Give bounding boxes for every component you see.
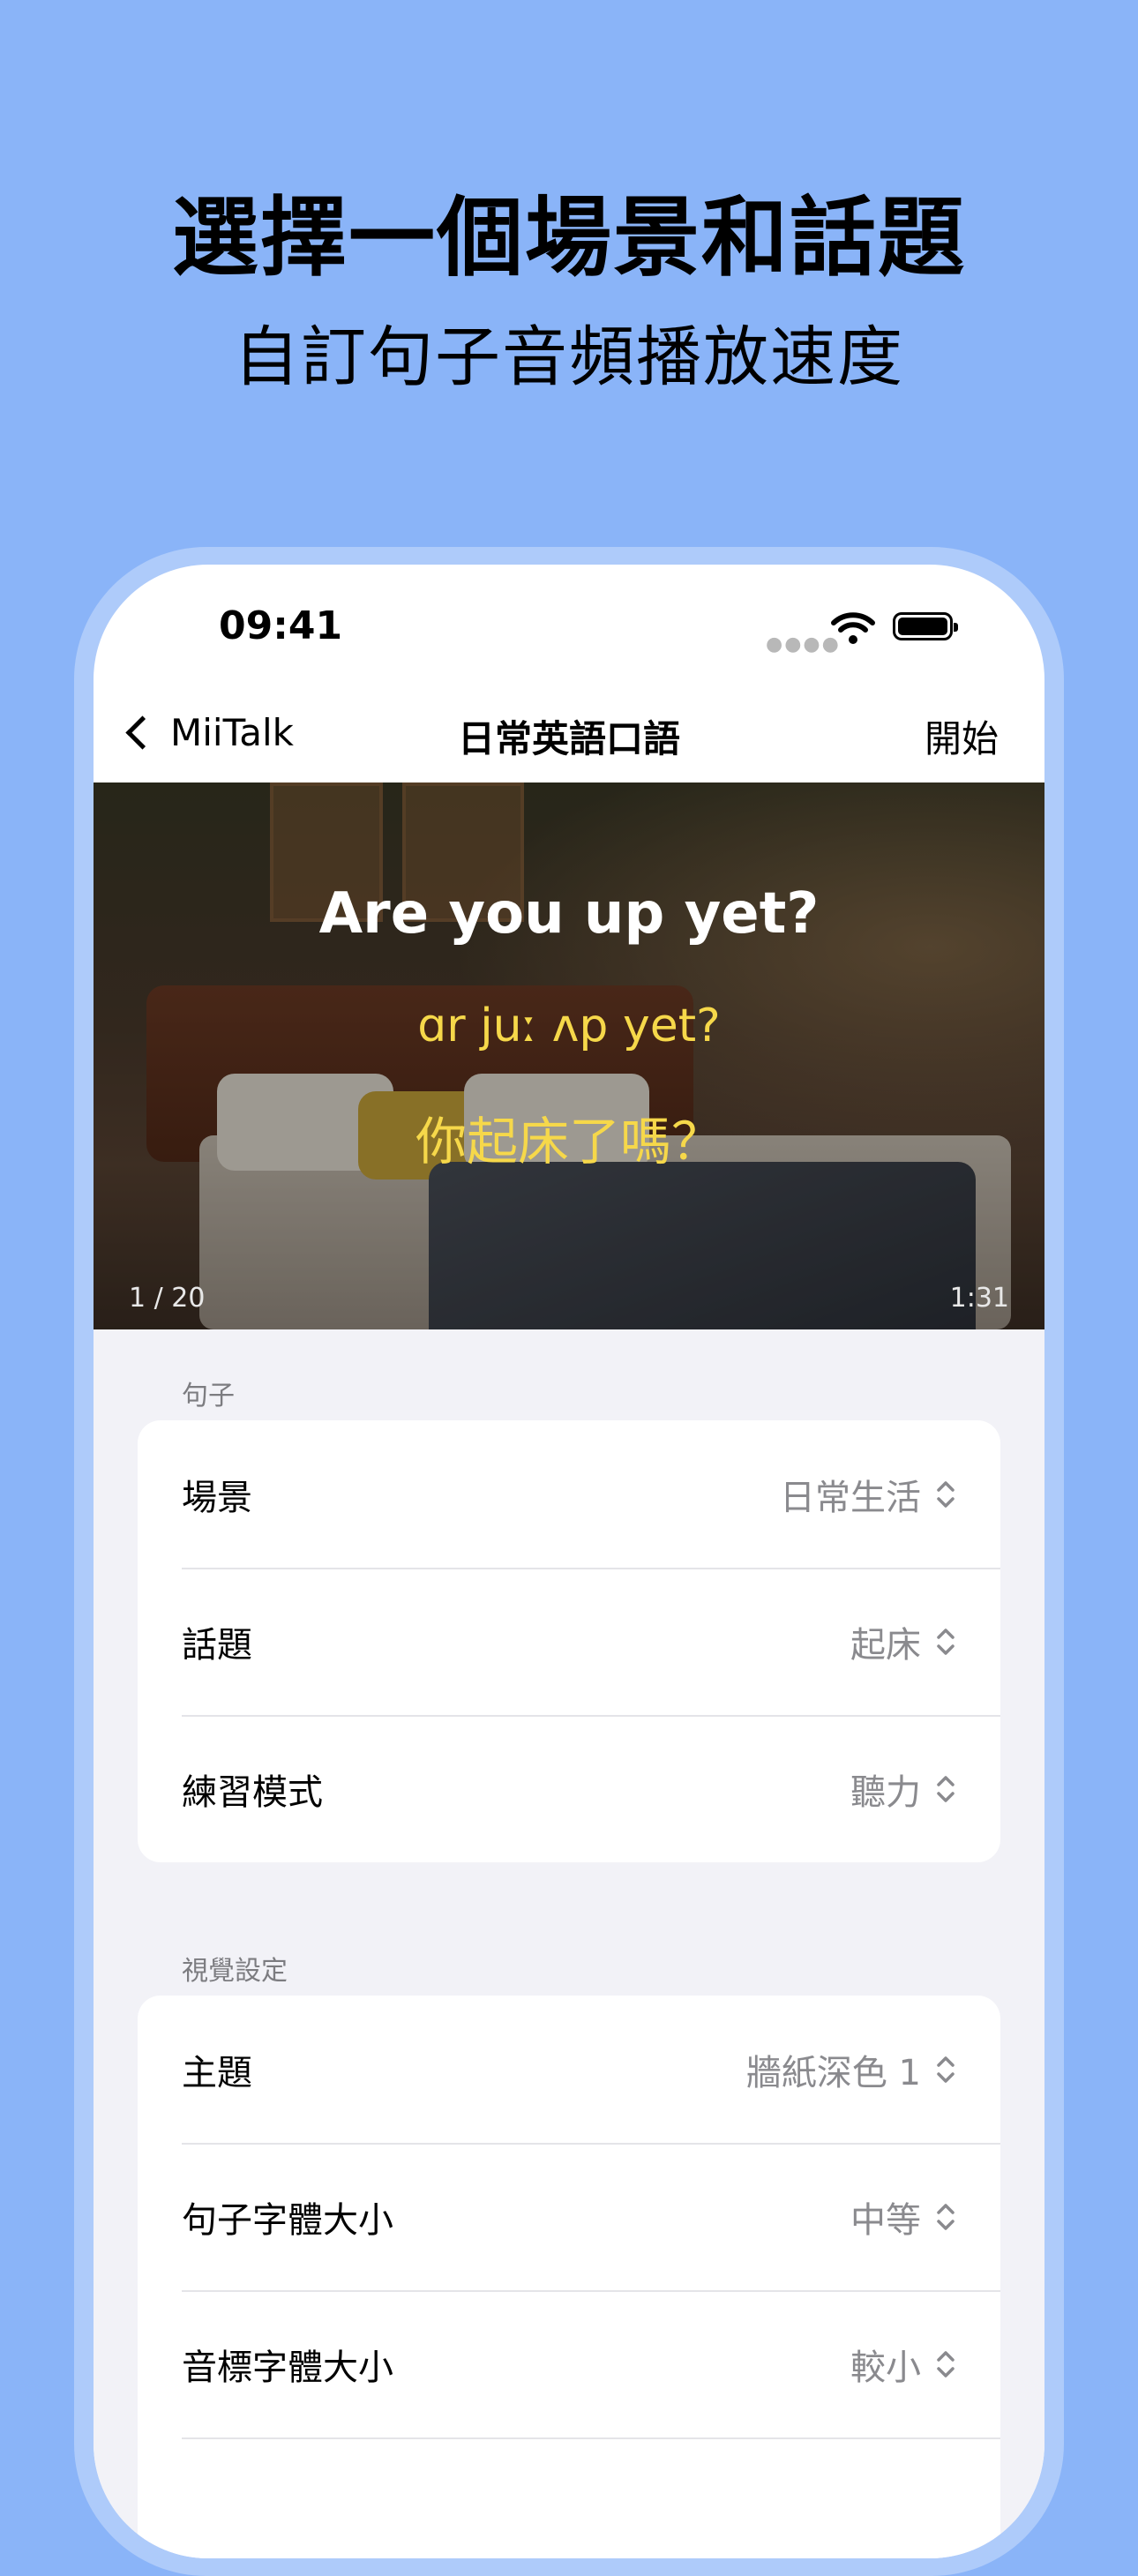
setting-label: 話題 bbox=[182, 1624, 252, 1666]
phone-screen: 09:41 ●●●● MiiTalk 日常英語口語 開始 Are you up … bbox=[94, 565, 1044, 2558]
duration-label: 1:31 bbox=[949, 1283, 1009, 1314]
setting-value: 牆紙深色 1 bbox=[745, 2052, 921, 2093]
setting-row-practice-mode[interactable]: 練習模式 聽力 bbox=[138, 1715, 1000, 1862]
signal-dots-icon: ●●●● bbox=[766, 633, 841, 655]
phonetic-text: ɑr juː ʌp yet? bbox=[417, 1000, 721, 1052]
setting-label: 練習模式 bbox=[182, 1771, 323, 1813]
section-header-visual: 視覺設定 bbox=[182, 1956, 288, 1987]
setting-row-sentence-font-size[interactable]: 句子字體大小 中等 bbox=[138, 2143, 1000, 2290]
battery-icon bbox=[893, 612, 958, 640]
settings-group-sentence: 場景 日常生活 話題 起床 練習模式 聽力 bbox=[138, 1420, 1000, 1862]
settings-group-visual: 主題 牆紙深色 1 句子字體大小 中等 音標字體大小 較小 bbox=[138, 1996, 1000, 2558]
chevron-updown-icon bbox=[937, 2203, 955, 2230]
page-title: 日常英語口語 bbox=[457, 717, 680, 760]
status-time: 09:41 bbox=[219, 603, 343, 648]
sentence-text: Are you up yet? bbox=[318, 881, 820, 947]
start-button[interactable]: 開始 bbox=[925, 709, 999, 763]
chevron-updown-icon bbox=[937, 2350, 955, 2378]
setting-row-topic[interactable]: 話題 起床 bbox=[138, 1568, 1000, 1715]
scene-overlay bbox=[94, 783, 1044, 1329]
setting-row-scene[interactable]: 場景 日常生活 bbox=[138, 1420, 1000, 1568]
promo-subheadline: 自訂句子音頻播放速度 bbox=[234, 319, 904, 395]
setting-value: 起床 bbox=[850, 1624, 921, 1666]
setting-row-partial[interactable] bbox=[138, 2437, 1000, 2558]
setting-value: 較小 bbox=[850, 2347, 921, 2388]
setting-value: 聽力 bbox=[850, 1771, 921, 1813]
setting-label: 音標字體大小 bbox=[182, 2347, 393, 2388]
setting-label: 句子字體大小 bbox=[182, 2199, 393, 2241]
wifi-icon bbox=[831, 612, 875, 644]
section-header-sentence: 句子 bbox=[182, 1381, 235, 1412]
setting-value: 中等 bbox=[850, 2199, 921, 2241]
setting-row-theme[interactable]: 主題 牆紙深色 1 bbox=[138, 1996, 1000, 2143]
setting-label: 場景 bbox=[182, 1477, 252, 1518]
chevron-updown-icon bbox=[937, 1628, 955, 1655]
setting-value: 日常生活 bbox=[780, 1477, 921, 1518]
setting-label: 主題 bbox=[182, 2052, 252, 2093]
scene-preview[interactable]: Are you up yet? ɑr juː ʌp yet? 你起床了嗎？ 1 … bbox=[94, 783, 1044, 1329]
promo-headline: 選擇一個場景和話題 bbox=[171, 188, 966, 288]
settings-list: 句子 場景 日常生活 話題 起床 練習模式 聽力 視覺設定 主題 牆紙深色 1 bbox=[94, 1329, 1044, 2558]
sentence-counter: 1 / 20 bbox=[129, 1283, 206, 1314]
translation-text: 你起床了嗎？ bbox=[415, 1112, 722, 1172]
chevron-updown-icon bbox=[937, 2056, 955, 2083]
setting-row-phonetic-font-size[interactable]: 音標字體大小 較小 bbox=[138, 2290, 1000, 2437]
chevron-updown-icon bbox=[937, 1480, 955, 1508]
chevron-updown-icon bbox=[937, 1775, 955, 1802]
